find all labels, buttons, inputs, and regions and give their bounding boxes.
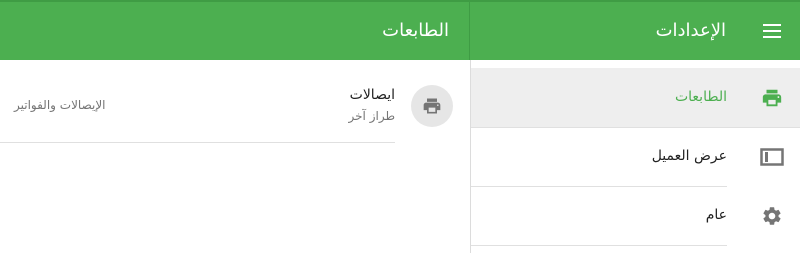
printer-icon: [423, 98, 441, 114]
page-title: الإعدادات: [655, 20, 726, 41]
printer-avatar: [411, 85, 453, 127]
menu-icon[interactable]: [756, 17, 788, 45]
display-icon: [743, 127, 800, 186]
detail-title: الطابعات: [382, 20, 449, 41]
header-divider: [469, 2, 470, 60]
gear-icon: [743, 186, 800, 245]
settings-sidebar: الطابعات عرض العميل عام: [470, 60, 800, 253]
sidebar-item-customer-display[interactable]: عرض العميل: [471, 127, 727, 187]
printer-model: طراز آخر: [348, 109, 396, 123]
printer-name: ايصالات: [349, 87, 395, 103]
printer-icon: [743, 68, 800, 127]
printer-usage: الإيصالات والفواتير: [14, 98, 106, 112]
sidebar-item-label: الطابعات: [674, 89, 727, 105]
sidebar-item-general[interactable]: عام: [471, 186, 727, 246]
sidebar-item-printers[interactable]: الطابعات: [471, 68, 800, 128]
sidebar-item-label: عرض العميل: [651, 148, 727, 164]
app-header: الطابعات الإعدادات: [0, 2, 800, 60]
sidebar-item-label: عام: [705, 207, 727, 223]
app-window: الطابعات الإعدادات ايصالات طراز آخر الإي…: [0, 0, 800, 253]
